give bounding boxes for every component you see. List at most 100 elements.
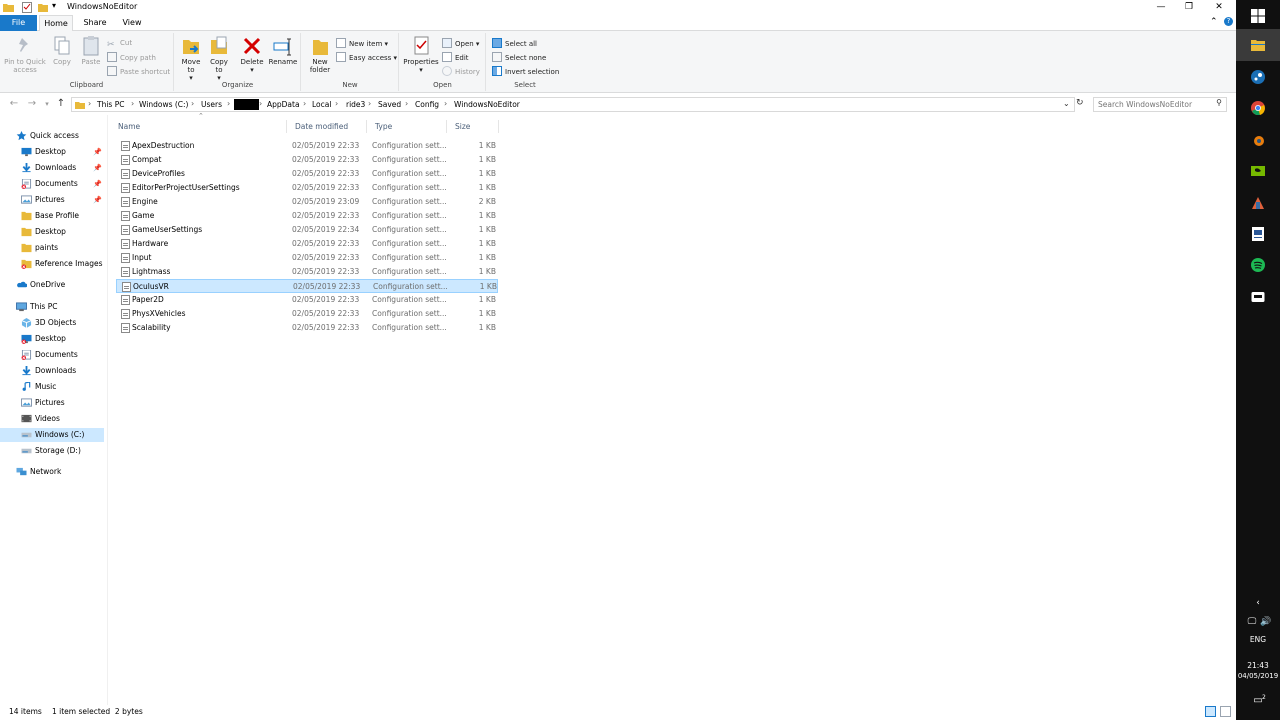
file-row[interactable]: Scalability 02/05/2019 22:33 Configuration… xyxy=(116,321,498,335)
column-header-size[interactable]: Size xyxy=(447,120,499,133)
pin-to-quick-access-button[interactable]: Pin to Quick access xyxy=(3,35,47,74)
breadcrumb-users[interactable]: Users xyxy=(201,100,222,109)
sidebar-item-paints[interactable]: paints xyxy=(0,241,104,255)
collapse-ribbon-icon[interactable]: ⌃ xyxy=(1210,17,1218,27)
new-item-button[interactable]: New item ▾ xyxy=(336,38,388,49)
minimize-button[interactable]: — xyxy=(1146,0,1176,15)
file-row[interactable]: GameUserSettings 02/05/2019 22:34 Configur… xyxy=(116,223,498,237)
breadcrumb-config[interactable]: Config xyxy=(415,100,439,109)
copy-path-button[interactable]: Copy path xyxy=(107,52,156,63)
sidebar-item-downloads[interactable]: Downloads xyxy=(0,364,104,378)
clock-time[interactable]: 21:43 xyxy=(1236,661,1280,670)
tab-file[interactable]: File xyxy=(0,15,37,31)
new-folder-qat-icon[interactable] xyxy=(38,2,48,13)
sidebar-item-pictures[interactable]: Pictures xyxy=(0,396,104,410)
refresh-icon[interactable]: ↻ xyxy=(1076,98,1084,108)
show-hidden-icons-icon[interactable]: ‹ xyxy=(1236,598,1280,608)
sidebar-item-desktop[interactable]: Desktop xyxy=(0,225,104,239)
taskbar-spotify[interactable] xyxy=(1236,249,1280,281)
properties-qat-icon[interactable] xyxy=(22,2,32,13)
move-to-button[interactable]: Move to ▾ xyxy=(178,35,204,82)
taskbar-nvidia[interactable] xyxy=(1236,155,1280,187)
taskbar-blender[interactable] xyxy=(1236,124,1280,156)
rename-button[interactable]: Rename xyxy=(268,35,298,66)
address-bar[interactable]: › This PC › Windows (C:) › Users › › App… xyxy=(71,97,1075,112)
file-row[interactable]: DeviceProfiles 02/05/2019 22:33 Configurat… xyxy=(116,167,498,181)
open-button[interactable]: Open ▾ xyxy=(442,38,479,49)
sidebar-item-pictures[interactable]: Pictures 📌 xyxy=(0,193,104,207)
breadcrumb-ride3[interactable]: ride3 xyxy=(346,100,365,109)
sidebar-item-documents[interactable]: Documents 📌 xyxy=(0,177,104,191)
delete-button[interactable]: Delete ▾ xyxy=(239,35,265,74)
sidebar-item-music[interactable]: Music xyxy=(0,380,104,394)
clock-date[interactable]: 04/05/2019 xyxy=(1236,672,1280,680)
file-row[interactable]: Engine 02/05/2019 23:09 Configuration sett… xyxy=(116,195,498,209)
sidebar-item-downloads[interactable]: Downloads 📌 xyxy=(0,161,104,175)
sidebar-item-desktop[interactable]: Desktop 📌 xyxy=(0,145,104,159)
taskbar-app-orange[interactable] xyxy=(1236,187,1280,219)
file-row[interactable]: ApexDestruction 02/05/2019 22:33 Configura… xyxy=(116,139,498,153)
sidebar-item-network[interactable]: Network xyxy=(0,465,104,479)
column-header-name[interactable]: Name xyxy=(110,120,287,133)
forward-button[interactable]: → xyxy=(26,97,38,111)
file-row[interactable]: Game 02/05/2019 22:33 Configuration sett..… xyxy=(116,209,498,223)
volume-icon[interactable]: 🔊 xyxy=(1244,617,1280,627)
breadcrumb-local[interactable]: Local xyxy=(312,100,331,109)
taskbar-steam[interactable] xyxy=(1236,61,1280,93)
sidebar-item-3d-objects[interactable]: 3D Objects xyxy=(0,316,104,330)
paste-shortcut-button[interactable]: Paste shortcut xyxy=(107,66,170,77)
search-box[interactable]: ⚲ xyxy=(1093,97,1227,112)
taskbar-chrome[interactable] xyxy=(1236,92,1280,124)
taskbar-file-explorer[interactable] xyxy=(1236,29,1280,61)
copy-button[interactable]: Copy xyxy=(49,35,75,66)
taskbar-app-frame[interactable] xyxy=(1236,281,1280,313)
breadcrumb-saved[interactable]: Saved xyxy=(378,100,401,109)
easy-access-button[interactable]: Easy access ▾ xyxy=(336,52,397,63)
close-button[interactable]: ✕ xyxy=(1204,0,1234,15)
cut-button[interactable]: ✂ Cut xyxy=(107,38,132,50)
tab-view[interactable]: View xyxy=(116,15,148,31)
breadcrumb-appdata[interactable]: AppData xyxy=(267,100,300,109)
sidebar-item-documents[interactable]: Documents xyxy=(0,348,104,362)
up-button[interactable]: ↑ xyxy=(55,97,67,111)
new-folder-button[interactable]: New folder xyxy=(305,35,335,74)
sidebar-item-base-profile[interactable]: Base Profile xyxy=(0,209,104,223)
file-row[interactable]: Paper2D 02/05/2019 22:33 Configuration set… xyxy=(116,293,498,307)
sidebar-item-reference-images[interactable]: Reference Images xyxy=(0,257,104,271)
file-row[interactable]: Hardware 02/05/2019 22:33 Configuration se… xyxy=(116,237,498,251)
sidebar-item-desktop[interactable]: Desktop xyxy=(0,332,104,346)
file-row[interactable]: Compat 02/05/2019 22:33 Configuration sett… xyxy=(116,153,498,167)
sidebar-item-windows-c-[interactable]: Windows (C:) xyxy=(0,428,104,442)
column-header-type[interactable]: Type xyxy=(367,120,447,133)
search-icon[interactable]: ⚲ xyxy=(1216,98,1222,107)
file-row[interactable]: Input 02/05/2019 22:33 Configuration sett.… xyxy=(116,251,498,265)
file-row[interactable]: EditorPerProjectUserSettings 02/05/2019 2… xyxy=(116,181,498,195)
tab-home[interactable]: Home xyxy=(39,15,73,32)
tab-share[interactable]: Share xyxy=(78,15,112,31)
copy-to-button[interactable]: Copy to ▾ xyxy=(206,35,232,82)
details-view-button[interactable] xyxy=(1205,706,1216,717)
input-language[interactable]: ENG xyxy=(1236,635,1280,644)
large-icons-view-button[interactable] xyxy=(1220,706,1231,717)
history-button[interactable]: History xyxy=(442,66,480,77)
search-input[interactable] xyxy=(1094,98,1204,111)
column-header-date-modified[interactable]: Date modified xyxy=(287,120,367,133)
breadcrumb-windowsnoeditor[interactable]: WindowsNoEditor xyxy=(454,100,520,109)
qat-dropdown-icon[interactable]: ▾ xyxy=(52,1,56,10)
breadcrumb-this-pc[interactable]: This PC xyxy=(97,100,124,109)
start-button[interactable] xyxy=(1236,0,1280,32)
sidebar-item-quick-access[interactable]: Quick access xyxy=(0,129,104,143)
restore-button[interactable]: ❐ xyxy=(1174,0,1204,15)
taskbar-app-document[interactable] xyxy=(1236,218,1280,250)
properties-button[interactable]: Properties ▾ xyxy=(402,35,440,74)
sidebar-item-videos[interactable]: Videos xyxy=(0,412,104,426)
address-dropdown-icon[interactable]: ⌄ xyxy=(1063,99,1070,108)
sidebar-item-this-pc[interactable]: This PC xyxy=(0,300,104,314)
sidebar-item-onedrive[interactable]: OneDrive xyxy=(0,278,104,292)
recent-locations-button[interactable]: ▾ xyxy=(41,97,53,111)
paste-button[interactable]: Paste xyxy=(78,35,104,66)
sidebar-item-storage-d-[interactable]: Storage (D:) xyxy=(0,444,104,458)
file-row[interactable]: PhysXVehicles 02/05/2019 22:33 Configurati… xyxy=(116,307,498,321)
select-all-button[interactable]: Select all xyxy=(492,38,537,49)
back-button[interactable]: ← xyxy=(8,97,20,111)
